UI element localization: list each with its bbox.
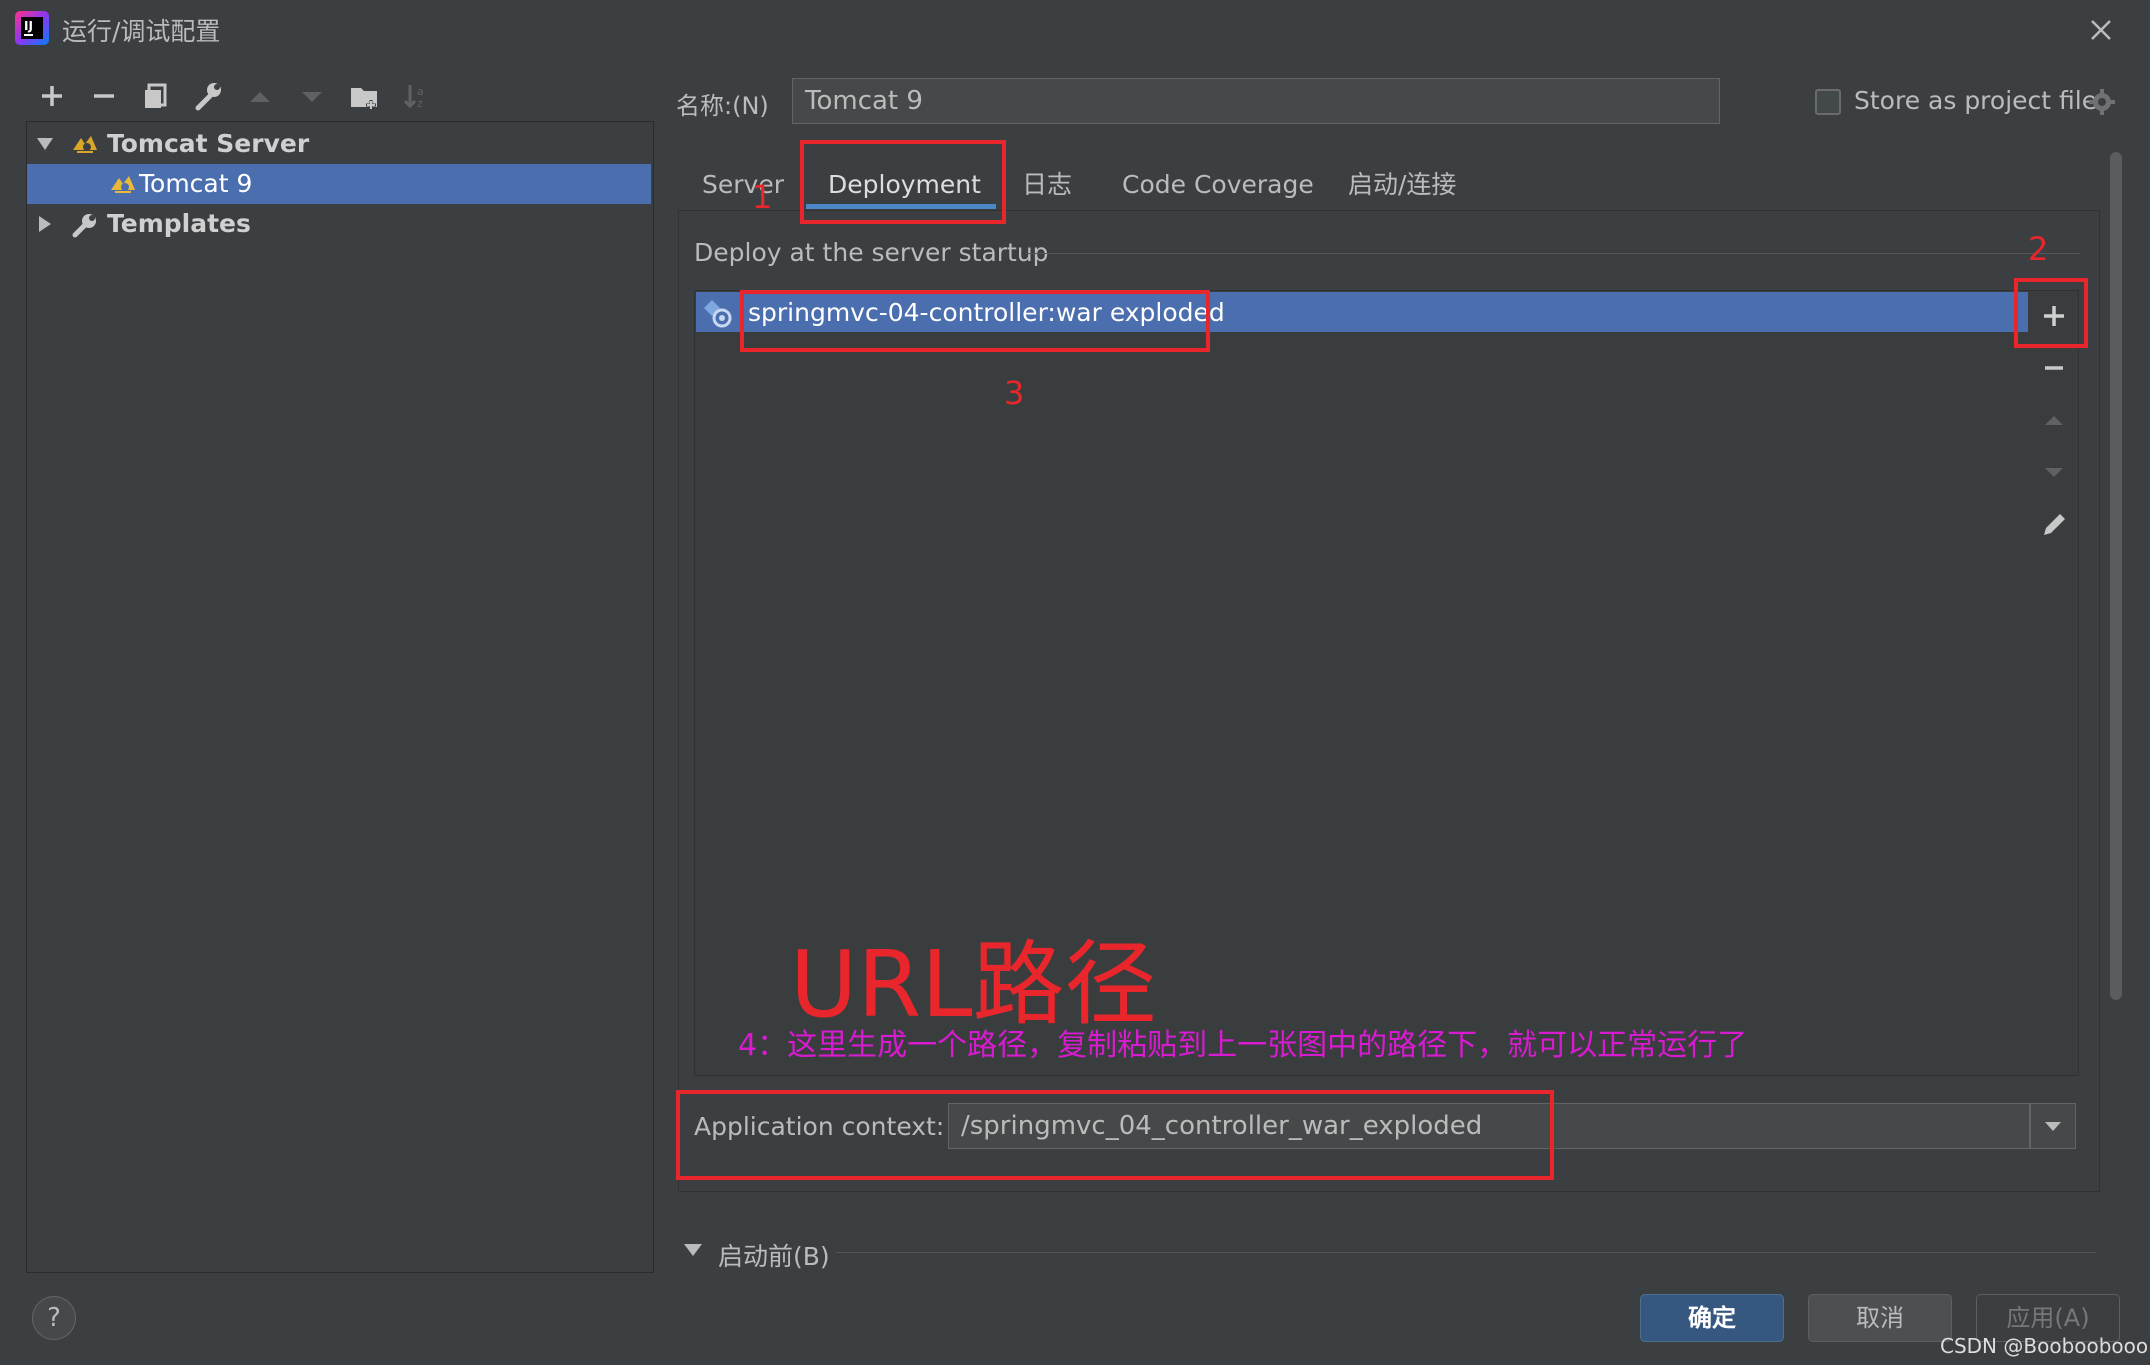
- store-as-project-label[interactable]: Store as project file: [1854, 86, 2097, 115]
- ok-button[interactable]: 确定: [1640, 1294, 1784, 1342]
- app-context-dropdown[interactable]: [2030, 1103, 2076, 1149]
- section-divider: [836, 1252, 2096, 1253]
- remove-icon[interactable]: [84, 76, 124, 116]
- window-title: 运行/调试配置: [62, 17, 221, 46]
- annotation-number-3: 3: [1004, 374, 1025, 412]
- gear-icon[interactable]: [2088, 88, 2116, 116]
- expand-arrow-icon[interactable]: [35, 214, 55, 234]
- title-bar: [0, 0, 2150, 58]
- cancel-button[interactable]: 取消: [1808, 1294, 1952, 1342]
- scrollbar[interactable]: [2110, 152, 2122, 1000]
- annotation-box-app-context: [676, 1090, 1554, 1180]
- section-divider: [1026, 253, 2080, 254]
- deploy-section-title: Deploy at the server startup: [694, 238, 1049, 267]
- svg-text:z: z: [417, 97, 423, 110]
- tomcat-icon: [109, 172, 137, 196]
- move-up-icon: [2034, 400, 2074, 440]
- tab-startup-connection[interactable]: 启动/连接: [1348, 162, 1456, 208]
- tab-code-coverage[interactable]: Code Coverage: [1122, 162, 1314, 208]
- tree-label-templates: Templates: [107, 209, 251, 238]
- tree-item-tomcat-server[interactable]: Tomcat Server: [27, 124, 651, 164]
- config-tree: Tomcat Server Tomcat 9 Templates: [26, 121, 654, 1273]
- intellij-logo-icon: IJ: [14, 10, 50, 46]
- annotation-box-add-button: [2014, 278, 2088, 348]
- wrench-icon: [71, 212, 99, 238]
- annotation-box-deployment-tab: [800, 140, 1006, 224]
- sort-icon: az: [396, 76, 436, 116]
- tree-item-tomcat-9[interactable]: Tomcat 9: [27, 164, 651, 204]
- close-icon[interactable]: [2083, 12, 2119, 48]
- annotation-box-artifact: [740, 290, 1210, 352]
- move-down-icon: [2034, 452, 2074, 492]
- annotation-number-2: 2: [2028, 230, 2049, 268]
- move-down-icon: [292, 76, 332, 116]
- svg-text:IJ: IJ: [24, 19, 33, 33]
- tree-item-templates[interactable]: Templates: [27, 204, 651, 244]
- wrench-icon[interactable]: [188, 76, 228, 116]
- move-up-icon: [240, 76, 280, 116]
- artifact-icon: [700, 298, 734, 328]
- edit-pencil-icon[interactable]: [2034, 504, 2074, 544]
- before-launch-label[interactable]: 启动前(B): [718, 1237, 830, 1273]
- add-icon[interactable]: [32, 76, 72, 116]
- collapse-arrow-icon[interactable]: [35, 134, 55, 154]
- annotation-number-1: 1: [752, 178, 773, 216]
- watermark: CSDN @Booboobooo: [1940, 1334, 2149, 1358]
- annotation-step-4: 4：这里生成一个路径，复制粘贴到上一张图中的路径下，就可以正常运行了: [738, 1028, 1748, 1063]
- name-label: 名称:(N): [676, 92, 769, 120]
- help-button[interactable]: ?: [32, 1296, 76, 1340]
- remove-artifact-icon[interactable]: [2034, 348, 2074, 388]
- name-input[interactable]: Tomcat 9: [792, 78, 1720, 124]
- collapse-arrow-icon[interactable]: [682, 1240, 704, 1260]
- tab-log[interactable]: 日志: [1022, 162, 1072, 208]
- tomcat-icon: [71, 132, 99, 156]
- tree-label-tomcat-server: Tomcat Server: [107, 129, 310, 158]
- copy-icon[interactable]: [136, 76, 176, 116]
- tree-label-tomcat-9: Tomcat 9: [139, 169, 253, 198]
- store-as-project-checkbox[interactable]: [1815, 89, 1841, 115]
- folder-icon[interactable]: [344, 76, 384, 116]
